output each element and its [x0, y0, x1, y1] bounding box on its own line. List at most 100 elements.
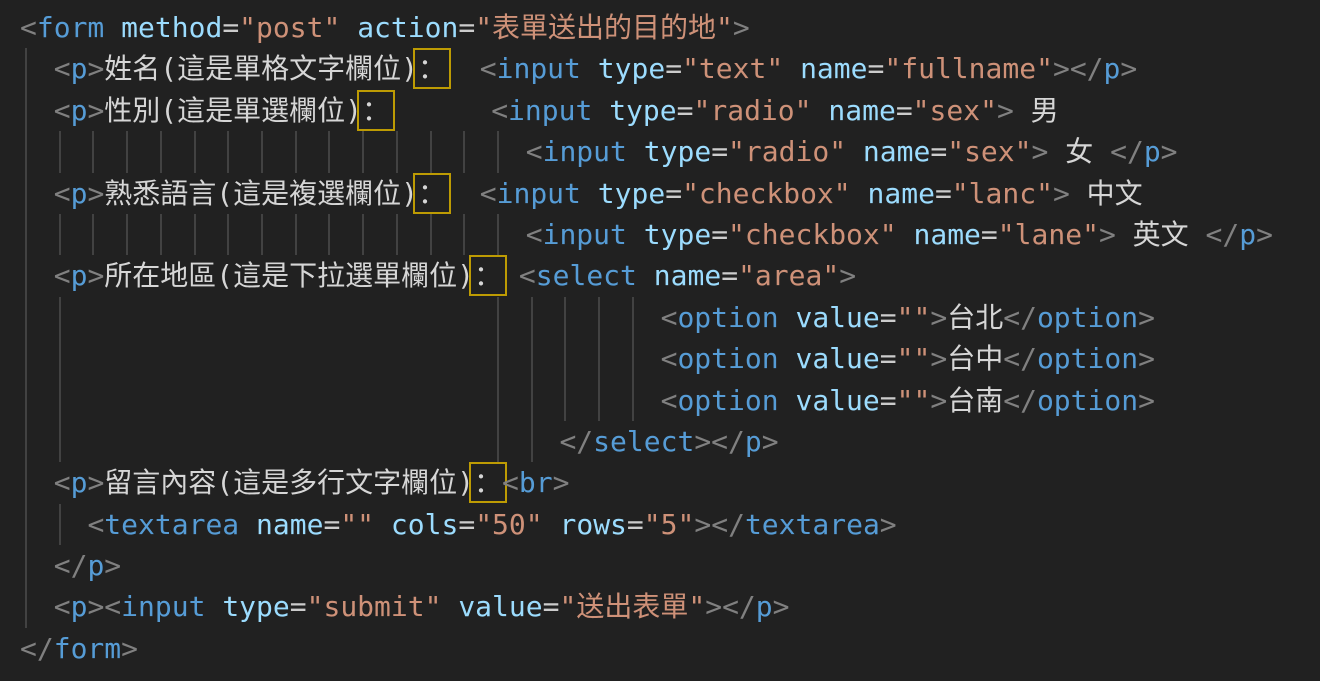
code-token-eq: = [290, 590, 307, 623]
code-token-tag: p [71, 177, 88, 210]
code-token-ws [20, 425, 559, 458]
code-token-attr: type [598, 177, 665, 210]
code-token-text: 台南 [947, 384, 1003, 417]
code-token-str: "" [340, 508, 374, 541]
code-token-punct: > [705, 590, 722, 623]
code-token-punct: </ [1003, 342, 1037, 375]
code-token-str: "lanc" [952, 177, 1053, 210]
code-token-text: 性別(這是單選欄位) [104, 94, 362, 127]
code-token-str: "送出表單" [559, 590, 705, 623]
code-token-punct: < [502, 466, 519, 499]
code-token-punct: > [694, 508, 711, 541]
code-token-eq: = [880, 342, 897, 375]
code-line-7[interactable]: <p>所在地區(這是下拉選單欄位)： <select name="area"> [0, 255, 1320, 296]
code-token-eq: = [711, 218, 728, 251]
code-token-attr: name [800, 52, 867, 85]
code-line-8[interactable]: <option value="">台北</option> [0, 297, 1320, 338]
code-token-punct: < [104, 590, 121, 623]
code-token-punct: </ [722, 590, 756, 623]
code-token-punct: < [480, 177, 497, 210]
code-token-str: "5" [644, 508, 695, 541]
code-token-punct: < [661, 301, 678, 334]
code-token-punct: > [930, 342, 947, 375]
code-token-ws [779, 384, 796, 417]
code-token-punct: > [694, 425, 711, 458]
code-line-1[interactable]: <form method="post" action="表單送出的目的地"> [0, 7, 1320, 48]
code-token-eq: = [711, 135, 728, 168]
code-token-str: "sex" [947, 135, 1031, 168]
code-line-6[interactable]: <input type="checkbox" name="lane"> 英文 <… [0, 214, 1320, 255]
code-token-attr: type [598, 52, 665, 85]
code-token-eq: = [930, 135, 947, 168]
code-token-eq: = [677, 94, 694, 127]
code-line-5[interactable]: <p>熟悉語言(這是複選欄位)： <input type="checkbox" … [0, 173, 1320, 214]
code-token-tag: p [756, 590, 773, 623]
code-line-4[interactable]: <input type="radio" name="sex"> 女 </p> [0, 131, 1320, 172]
code-token-text: 英文 [1116, 218, 1206, 251]
code-token-tag: input [543, 218, 627, 251]
code-token-str: "submit" [307, 590, 442, 623]
code-token-punct: </ [1070, 52, 1104, 85]
code-token-punct: > [1138, 384, 1155, 417]
code-token-attr: method [121, 11, 222, 44]
code-token-eq: = [880, 384, 897, 417]
code-token-ws [851, 177, 868, 210]
code-line-11[interactable]: </select></p> [0, 421, 1320, 462]
code-token-eq: = [665, 52, 682, 85]
code-token-tag: select [593, 425, 694, 458]
code-line-3[interactable]: <p>性別(這是單選欄位)： <input type="radio" name=… [0, 90, 1320, 131]
code-token-attr: value [795, 384, 879, 417]
code-token-attr: value [458, 590, 542, 623]
code-token-punct: > [1099, 218, 1116, 251]
code-token-tag: option [1037, 301, 1138, 334]
code-token-punct: < [526, 218, 543, 251]
code-token-tag: br [519, 466, 553, 499]
code-token-punct: < [519, 259, 536, 292]
code-token-ws [446, 52, 480, 85]
code-line-15[interactable]: <p><input type="submit" value="送出表單"></p… [0, 586, 1320, 627]
code-token-text: 女 [1048, 135, 1110, 168]
code-token-ws [20, 590, 54, 623]
code-token-punct: > [773, 590, 790, 623]
code-token-tag: p [1144, 135, 1161, 168]
code-token-attr: value [795, 301, 879, 334]
code-line-13[interactable]: <textarea name="" cols="50" rows="5"></t… [0, 504, 1320, 545]
code-token-ws [441, 590, 458, 623]
code-line-14[interactable]: </p> [0, 545, 1320, 586]
code-token-eq: = [458, 11, 475, 44]
code-token-ws [502, 259, 519, 292]
code-editor[interactable]: <form method="post" action="表單送出的目的地"> <… [0, 0, 1320, 681]
code-token-ws [20, 52, 54, 85]
code-token-ws [374, 508, 391, 541]
code-token-eq: = [880, 301, 897, 334]
code-token-punct: > [1256, 218, 1273, 251]
code-token-eq: = [665, 177, 682, 210]
code-line-2[interactable]: <p>姓名(這是單格文字欄位)： <input type="text" name… [0, 48, 1320, 89]
code-token-ws [20, 508, 87, 541]
code-token-str: "post" [239, 11, 340, 44]
code-token-tag: textarea [104, 508, 239, 541]
code-line-9[interactable]: <option value="">台中</option> [0, 338, 1320, 379]
code-token-tag: p [71, 466, 88, 499]
code-token-tag: p [71, 259, 88, 292]
code-token-ws [20, 384, 661, 417]
code-token-ws [20, 342, 661, 375]
code-token-ws [20, 177, 54, 210]
code-token-tag: option [677, 384, 778, 417]
code-line-10[interactable]: <option value="">台南</option> [0, 380, 1320, 421]
code-token-eq: = [868, 52, 885, 85]
code-token-ws [20, 218, 526, 251]
code-line-16[interactable]: </form> [0, 628, 1320, 669]
code-token-tag: option [677, 301, 778, 334]
code-token-ws [20, 466, 54, 499]
code-token-ws [20, 259, 54, 292]
code-token-tag: form [37, 11, 104, 44]
code-token-punct: > [87, 259, 104, 292]
code-line-12[interactable]: <p>留言內容(這是多行文字欄位)：<br> [0, 462, 1320, 503]
code-token-punct: > [880, 508, 897, 541]
code-token-text: 姓名(這是單格文字欄位) [104, 52, 418, 85]
code-token-punct: < [480, 52, 497, 85]
code-token-text: 熟悉語言(這是複選欄位) [104, 177, 418, 210]
code-token-tag: option [1037, 384, 1138, 417]
code-token-punct: > [87, 590, 104, 623]
